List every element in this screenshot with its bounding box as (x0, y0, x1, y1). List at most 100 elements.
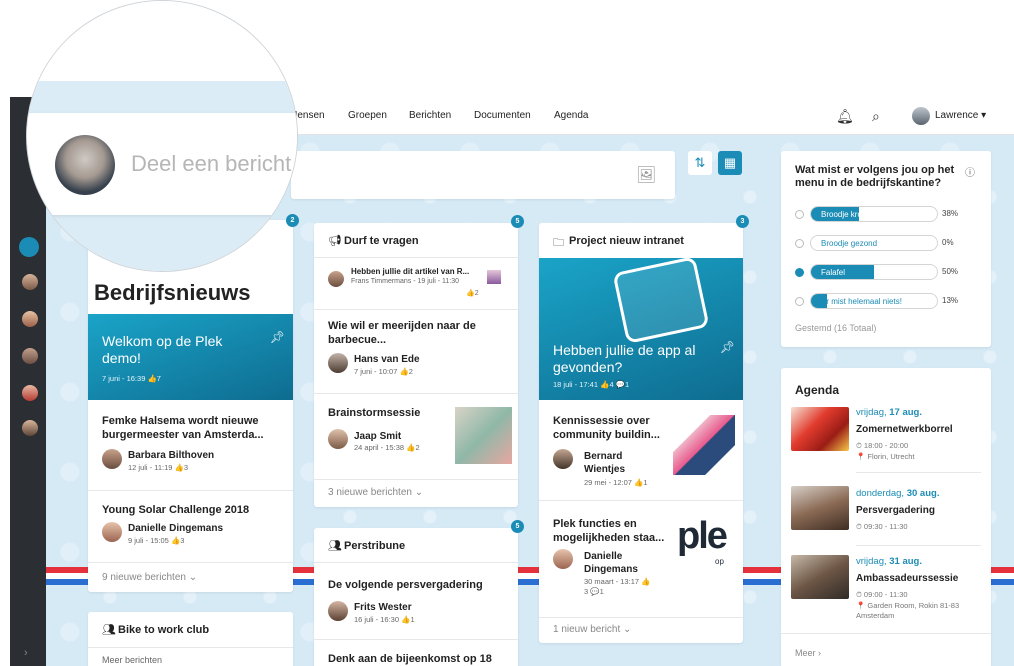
event-date: vrijdag, 31 aug. (856, 556, 923, 567)
post-title[interactable]: Kennissessie over community buildin... (553, 414, 668, 442)
composer-placeholder[interactable]: Deel een bericht (131, 151, 291, 177)
user-avatar[interactable] (912, 107, 930, 125)
agenda-more-link[interactable]: Meer › (795, 648, 821, 658)
post-title[interactable]: Brainstormsessie (328, 407, 420, 419)
group-card: 👥︎ Bike to work club Meer berichten (88, 612, 293, 666)
event-location: 📍 Florin, Utrecht (856, 452, 915, 461)
nav-documents[interactable]: Documenten (474, 110, 531, 121)
group-icon: 👥︎ (102, 624, 116, 636)
post-title[interactable]: Young Solar Challenge 2018 (102, 504, 249, 516)
more-posts-link[interactable]: 1 nieuw bericht ⌄ (553, 624, 631, 635)
event-location: 📍 Garden Room, Rokin 81-83 (856, 601, 960, 610)
composer[interactable]: 🖼︎ (291, 151, 675, 199)
avatar[interactable] (20, 346, 40, 366)
poll-footer: Gestemd (16 Totaal) (795, 323, 877, 333)
pin-icon[interactable]: 📌︎ (720, 340, 735, 354)
more-posts-link[interactable]: Meer berichten (102, 655, 162, 665)
post-meta: 30 maart - 13:17 👍 (584, 577, 651, 586)
radio-button[interactable] (795, 297, 804, 306)
group-title[interactable]: Project nieuw intranet (569, 235, 684, 247)
avatar[interactable] (20, 418, 40, 438)
avatar[interactable] (20, 383, 40, 403)
group-title[interactable]: Durf te vragen (344, 235, 419, 247)
poll-percentage: 50% (942, 267, 959, 276)
nav-groups[interactable]: Groepen (348, 110, 387, 121)
author-name[interactable]: Hans van Ede (354, 354, 420, 365)
post-meta: 12 juli - 11:19 👍3 (128, 463, 189, 472)
sort-icon[interactable]: ⇅ (688, 151, 712, 175)
post-title[interactable]: Wie wil er meerijden naar de barbecue... (328, 319, 503, 347)
expand-chevron-icon[interactable]: › (24, 647, 28, 659)
group-title[interactable]: Perstribune (344, 540, 405, 552)
post-meta: 7 juni - 10:07 👍2 (354, 367, 413, 376)
avatar (328, 271, 344, 287)
poll-question: Wat mist er volgens jou op het menu in d… (795, 164, 955, 189)
post-meta: 29 mei - 12:07 👍1 (584, 478, 648, 487)
post-title[interactable]: Plek functies en mogelijkheden staa... (553, 517, 673, 545)
event-title[interactable]: Persvergadering (856, 505, 935, 516)
post-meta: 24 april - 15:38 👍2 (354, 443, 420, 452)
avatar[interactable] (20, 272, 40, 292)
bell-icon[interactable]: 🔔︎ (836, 108, 854, 125)
event-date: donderdag, 30 aug. (856, 488, 940, 499)
poll-option[interactable]: Broodje gezond 0% (795, 235, 975, 251)
poll-option[interactable]: Broodje kroket 38% (795, 206, 975, 222)
more-posts-link[interactable]: 3 nieuwe berichten ⌄ (328, 487, 423, 498)
poll-bar: Broodje kroket (810, 206, 938, 222)
radio-button[interactable] (795, 268, 804, 277)
user-menu[interactable]: Lawrence ▾ (935, 110, 986, 121)
author-name[interactable]: Frits Wester (354, 602, 412, 613)
event-location: Amsterdam (856, 611, 895, 620)
author-name[interactable]: Bernard Wientjes (584, 450, 654, 476)
info-icon[interactable]: ⓘ (965, 164, 975, 179)
more-posts-link[interactable]: 9 nieuwe berichten ⌄ (102, 572, 197, 583)
group-title[interactable]: Bike to work club (118, 624, 209, 636)
group-card: 5 📢︎ Durf te vragen Hebben jullie dit ar… (314, 215, 524, 507)
event-thumbnail (791, 407, 849, 451)
post-title[interactable]: De volgende persvergadering (328, 579, 483, 591)
author-name[interactable]: Barbara Bilthoven (128, 450, 214, 461)
group-icon: 👥︎ (328, 540, 342, 552)
radio-button[interactable] (795, 210, 804, 219)
poll-option[interactable]: Er mist helemaal niets! 13% (795, 293, 975, 309)
post-title[interactable]: Femke Halsema wordt nieuwe burgermeester… (102, 414, 277, 442)
post-title[interactable]: Hebben jullie dit artikel van R... (351, 267, 469, 276)
poll-widget: Wat mist er volgens jou op het menu in d… (781, 151, 991, 347)
event-title[interactable]: Zomernetwerkborrel (856, 424, 953, 435)
poll-bar: Broodje gezond (810, 235, 938, 251)
radio-button[interactable] (795, 239, 804, 248)
search-icon[interactable]: ⌕ (872, 108, 880, 125)
avatar (328, 429, 348, 449)
card-heading: Bedrijfsnieuws (94, 280, 251, 305)
poll-percentage: 38% (942, 209, 959, 218)
event-title[interactable]: Ambassadeurssessie (856, 573, 958, 584)
post-thumbnail (673, 415, 735, 475)
composer-zoomed[interactable]: Deel een bericht (27, 113, 297, 215)
author-name[interactable]: Danielle Dingemans (128, 523, 223, 534)
pin-icon[interactable]: 📌︎ (270, 330, 285, 344)
poll-percentage: 0% (942, 238, 954, 247)
hero-title: Welkom op de Plek demo! (102, 333, 223, 366)
poll-option[interactable]: Falafel 50% (795, 264, 975, 280)
agenda-title: Agenda (795, 383, 840, 397)
hero-post[interactable]: Welkom op de Plek demo! 7 juni - 16:39 👍… (88, 314, 293, 400)
avatar (553, 549, 573, 569)
author-name[interactable]: Danielle Dingemans (584, 550, 654, 576)
event-time: ⏱ 18:00 - 20:00 (856, 441, 909, 450)
avatar[interactable] (20, 309, 40, 329)
nav-agenda[interactable]: Agenda (554, 110, 588, 121)
post-thumbnail (455, 407, 512, 464)
author-name[interactable]: Jaap Smit (354, 431, 401, 442)
avatar (328, 353, 348, 373)
image-upload-icon[interactable]: 🖼︎ (636, 165, 656, 185)
post-thumbnail (487, 270, 501, 284)
like-count[interactable]: 👍2 (466, 289, 479, 297)
grid-view-icon[interactable]: ▦ (718, 151, 742, 175)
avatar (553, 449, 573, 469)
hero-post[interactable]: Hebben jullie de app al gevonden? 18 jul… (539, 256, 743, 400)
post-title[interactable]: Denk aan de bijeenkomst op 18 (328, 653, 492, 665)
event-thumbnail (791, 555, 849, 599)
nav-posts[interactable]: Berichten (409, 110, 451, 121)
poll-option-label: Broodje kroket (821, 210, 873, 219)
phone-illustration (612, 256, 710, 344)
